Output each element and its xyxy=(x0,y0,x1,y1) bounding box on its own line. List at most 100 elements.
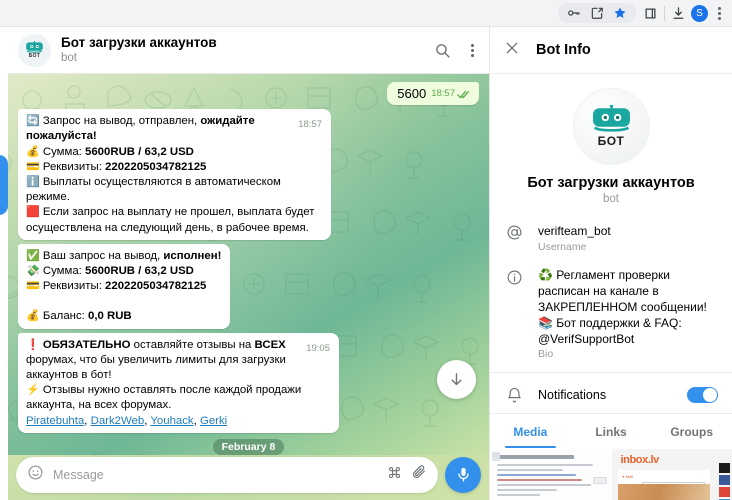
smiley-icon[interactable] xyxy=(27,464,44,486)
line-text: Если запрос на выплату не прошел, выплат… xyxy=(26,206,314,233)
profile-subtitle: bot xyxy=(603,193,619,205)
message-bubble-3[interactable]: 19:05 ❗ ОБЯЗАТЕЛЬНО оставляйте отзывы на… xyxy=(18,333,339,433)
scroll-to-bottom-button[interactable] xyxy=(437,360,476,399)
profile-avatar-large[interactable]: БОТ xyxy=(573,88,650,165)
bio-support-handle[interactable]: @VerifSupportBot xyxy=(538,331,718,347)
bio-line-1-text: Регламент проверки расписан на канале в … xyxy=(538,268,707,314)
media-thumbnail-2[interactable]: inbox.lv ▾ Mail xyxy=(612,449,732,500)
message-1-line-0: 🔄 Запрос на вывод, отправлен, ожидайте п… xyxy=(26,114,322,144)
message-bubble-outgoing[interactable]: 5600 18:57 xyxy=(387,82,479,105)
close-icon[interactable] xyxy=(504,40,520,61)
app-content: БОТ Бот загрузки аккаунтов bot xyxy=(0,27,732,500)
message-3-time: 19:05 xyxy=(306,343,330,355)
voice-record-button[interactable] xyxy=(445,457,481,493)
command-icon[interactable] xyxy=(387,465,402,485)
line-text: Реквизиты: 2202205034782125 xyxy=(43,161,207,173)
message-bubble-2[interactable]: ✅ Ваш запрос на вывод, исполнен! 💸 Сумма… xyxy=(18,244,230,329)
date-divider: February 8 xyxy=(18,439,479,455)
refresh-emoji: 🔄 xyxy=(26,115,40,127)
username-row[interactable]: verifteam_bot Username xyxy=(490,215,732,260)
thumb1-logo xyxy=(492,452,500,461)
panel-tabs: Media Links Groups xyxy=(490,413,732,448)
composer-inner: Message xyxy=(16,457,481,493)
paperclip-icon[interactable] xyxy=(411,464,427,485)
card-emoji: 💳 xyxy=(26,161,40,173)
red-square-emoji: 🟥 xyxy=(26,206,40,218)
message-3-line-1: ⚡ Отзывы нужно оставлять после каждой пр… xyxy=(26,383,330,413)
moneybag-emoji: 💰 xyxy=(26,310,40,322)
browser-toolbar: S xyxy=(0,0,732,27)
chat-identity[interactable]: Бот загрузки аккаунтов bot xyxy=(61,34,419,66)
search-icon[interactable] xyxy=(429,37,456,64)
profile-avatar[interactable]: S xyxy=(691,5,708,22)
line-text: Запрос на вывод, отправлен, ожидайте пож… xyxy=(26,115,255,142)
chat-header: БОТ Бот загрузки аккаунтов bot xyxy=(8,27,489,74)
exclamation-emoji: ❗ xyxy=(26,339,40,351)
notifications-row[interactable]: Notifications xyxy=(490,378,732,413)
side-panel-icon[interactable] xyxy=(643,6,658,21)
thumb2-brand: inbox.lv xyxy=(612,449,732,470)
panel-header: Bot Info xyxy=(490,27,732,74)
line-text: Сумма: 5600RUB / 63,2 USD xyxy=(43,265,194,277)
line-text: Сумма: 5600RUB / 63,2 USD xyxy=(43,146,194,158)
message-3-line-0: ❗ ОБЯЗАТЕЛЬНО оставляйте отзывы на ВСЕХ … xyxy=(26,338,330,384)
line-text: ОБЯЗАТЕЛЬНО оставляйте отзывы на ВСЕХ фо… xyxy=(26,339,286,381)
bio-row[interactable]: ♻️ Регламент проверки расписан на канале… xyxy=(490,260,732,367)
thumb2-brand-a: inbox. xyxy=(621,454,651,466)
message-3-links: Piratebuhta, Dark2Web, Youhack, Gerki xyxy=(26,414,330,429)
date-chip: February 8 xyxy=(213,439,285,455)
bio-line-2-text: Бот поддержки & FAQ: xyxy=(556,316,681,330)
thumb1-line xyxy=(497,464,593,466)
forum-link-dark2web[interactable]: Dark2Web xyxy=(91,415,145,427)
notifications-toggle[interactable] xyxy=(687,387,718,403)
message-row-2: ✅ Ваш запрос на вывод, исполнен! 💸 Сумма… xyxy=(18,244,479,329)
media-thumbnail-1[interactable] xyxy=(490,449,611,500)
message-2-line-4: 💰 Баланс: 0,0 RUB xyxy=(26,309,221,324)
notifications-label: Notifications xyxy=(538,388,674,402)
moneybag-emoji: 💰 xyxy=(26,146,40,158)
forum-link-gerki[interactable]: Gerki xyxy=(200,415,227,427)
chat-column: БОТ Бот загрузки аккаунтов bot xyxy=(8,27,489,500)
media-grid: inbox.lv ▾ Mail xyxy=(490,448,732,500)
thumb2-brand-b: lv xyxy=(651,454,659,466)
forum-link-youhack[interactable]: Youhack xyxy=(150,415,193,427)
message-composer: Message xyxy=(8,455,489,500)
message-bubble-1[interactable]: 18:57 🔄 Запрос на вывод, отправлен, ожид… xyxy=(18,109,331,240)
tab-media[interactable]: Media xyxy=(490,414,571,448)
bio-line-1: ♻️ Регламент проверки расписан на канале… xyxy=(538,267,718,315)
bot-info-panel: Bot Info БОТ Бот загрузки аккаунтов bot xyxy=(489,27,732,500)
message-2-line-0: ✅ Ваш запрос на вывод, исполнен! xyxy=(26,249,221,264)
tab-links[interactable]: Links xyxy=(571,414,652,448)
bio-body: ♻️ Регламент проверки расписан на канале… xyxy=(538,267,718,360)
bot-face-icon xyxy=(591,105,632,132)
message-2-line-2: 💳 Реквизиты: 2202205034782125 xyxy=(26,279,221,294)
line-text: Ваш запрос на вывод, исполнен! xyxy=(43,250,222,262)
message-2-line-1: 💸 Сумма: 5600RUB / 63,2 USD xyxy=(26,264,221,279)
more-vertical-icon[interactable] xyxy=(466,39,479,62)
chat-list-selected-item[interactable] xyxy=(0,155,8,215)
key-icon[interactable] xyxy=(567,6,581,20)
telegram-web-window: S БОТ Бот загр xyxy=(0,0,732,500)
thumb1-sidebox xyxy=(593,477,607,484)
message-row-3: 19:05 ❗ ОБЯЗАТЕЛЬНО оставляйте отзывы на… xyxy=(18,333,479,433)
bot-avatar-word: БОТ xyxy=(598,134,625,148)
bot-avatar-word: БОТ xyxy=(29,54,40,59)
outgoing-text: 5600 xyxy=(397,86,426,101)
message-input-field[interactable]: Message xyxy=(16,457,438,493)
line-text: Выплаты осуществляются в автоматическом … xyxy=(26,176,281,203)
chrome-menu-icon[interactable] xyxy=(713,4,726,23)
forum-link-piratebuhta[interactable]: Piratebuhta xyxy=(26,415,84,427)
username-label: Username xyxy=(538,241,718,253)
thumb1-line xyxy=(497,469,563,471)
chat-avatar[interactable]: БОТ xyxy=(18,34,51,67)
omnibox-action-group xyxy=(558,3,636,23)
download-icon[interactable] xyxy=(671,6,686,21)
line-text: Отзывы нужно оставлять после каждой прод… xyxy=(26,384,301,411)
install-app-icon[interactable] xyxy=(590,6,604,20)
bookmark-star-icon[interactable] xyxy=(613,6,627,20)
tab-groups[interactable]: Groups xyxy=(651,414,732,448)
message-scroll-area[interactable]: 5600 18:57 18:57 xyxy=(8,74,489,455)
message-input-placeholder[interactable]: Message xyxy=(53,468,378,482)
bio-label: Bio xyxy=(538,348,718,360)
message-list[interactable]: 5600 18:57 18:57 xyxy=(8,74,489,455)
